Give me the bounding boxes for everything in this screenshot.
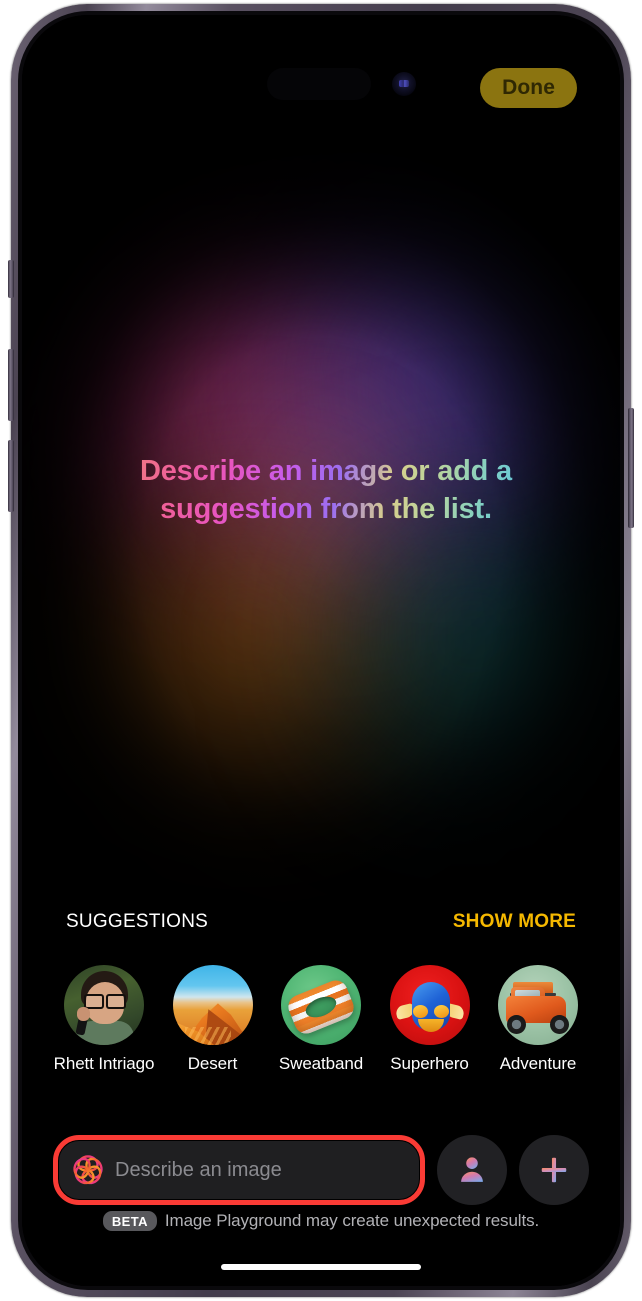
add-button[interactable] (519, 1135, 589, 1205)
show-more-button[interactable]: SHOW MORE (453, 911, 576, 933)
suggestions-section-title: SUGGESTIONS (66, 911, 209, 932)
desert-dunes-thumbnail (172, 965, 253, 1045)
phone-bezel: Done Describe an image or add a suggesti… (18, 11, 624, 1290)
offroad-jeep-thumbnail (498, 965, 578, 1045)
phone-screen: Done Describe an image or add a suggesti… (22, 15, 620, 1286)
done-button[interactable]: Done (480, 68, 577, 108)
ambient-glow-background (22, 15, 620, 1286)
suggestions-header: SUGGESTIONS SHOW MORE (22, 911, 620, 933)
suggestion-label: Desert (187, 1054, 238, 1073)
person-button[interactable] (437, 1135, 507, 1205)
sweatband-thumbnail (281, 965, 361, 1045)
suggestions-row: Rhett Intriago Desert Sweatband Superher… (22, 965, 620, 1074)
silent-switch[interactable] (8, 260, 14, 298)
superhero-mask-thumbnail (389, 965, 470, 1045)
plus-icon (541, 1157, 567, 1183)
suggestion-label: Rhett Intriago (53, 1054, 155, 1073)
describe-field-wrapper (53, 1135, 425, 1205)
power-button[interactable] (628, 408, 634, 528)
input-row (22, 1135, 620, 1205)
volume-down-button[interactable] (8, 440, 14, 512)
dynamic-island (267, 68, 371, 100)
suggestion-label: Superhero (390, 1054, 469, 1073)
suggestion-item-adventure[interactable]: Adventure (486, 965, 590, 1074)
suggestion-item-desert[interactable]: Desert (161, 965, 265, 1074)
suggestion-item-superhero[interactable]: Superhero (378, 965, 482, 1074)
front-camera-icon (392, 72, 416, 96)
describe-input[interactable] (59, 1141, 419, 1199)
footer-note-text: Image Playground may create unexpected r… (164, 1211, 540, 1230)
suggestion-item-sweatband[interactable]: Sweatband (269, 965, 373, 1074)
phone-frame: Done Describe an image or add a suggesti… (8, 4, 634, 1297)
hero-prompt-text: Describe an image or add a suggestion fr… (66, 452, 586, 529)
footer-note: BETA Image Playground may create unexpec… (22, 1211, 620, 1231)
suggestion-label: Sweatband (278, 1054, 364, 1073)
person-photo-thumbnail (64, 965, 144, 1045)
suggestion-label: Adventure (499, 1054, 577, 1073)
home-indicator[interactable] (221, 1264, 421, 1270)
vignette-overlay (22, 15, 620, 1286)
volume-up-button[interactable] (8, 349, 14, 421)
person-icon (461, 1157, 483, 1182)
beta-badge: BETA (102, 1211, 157, 1231)
suggestion-item-rhett-intriago[interactable]: Rhett Intriago (52, 965, 156, 1074)
